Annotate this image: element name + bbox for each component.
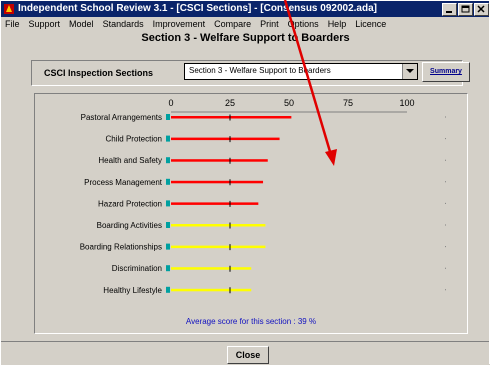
category-label: Health and Safety	[98, 156, 162, 165]
minimize-icon	[446, 11, 452, 13]
score-bar	[171, 288, 252, 292]
minimize-button[interactable]	[442, 3, 457, 16]
section-select-value: Section 3 - Welfare Support to Boarders	[189, 66, 331, 75]
x-tick-label: 50	[284, 98, 294, 108]
category-marker	[166, 265, 170, 272]
window-title: Independent School Review 3.1 - [CSCI Se…	[18, 3, 377, 14]
score-bar	[171, 159, 268, 162]
score-bar	[171, 245, 266, 249]
category-marker	[166, 200, 170, 207]
close-button[interactable]: Close	[227, 346, 269, 364]
summary-button[interactable]: Summary	[422, 62, 470, 82]
menu-standards[interactable]: Standards	[99, 19, 149, 29]
application-window: Independent School Review 3.1 - [CSCI Se…	[0, 0, 490, 365]
category-marker	[166, 157, 170, 164]
category-marker	[166, 114, 170, 120]
menu-options[interactable]: Options	[284, 19, 324, 29]
category-label: Pastoral Arrangements	[81, 113, 162, 122]
menu-support[interactable]: Support	[25, 19, 66, 29]
section-select[interactable]: Section 3 - Welfare Support to Boarders	[184, 63, 418, 80]
x-tick-label: 75	[343, 98, 353, 108]
inspection-panel: CSCI Inspection Sections Section 3 - Wel…	[31, 60, 470, 86]
score-bar	[171, 137, 280, 141]
category-marker	[166, 243, 170, 250]
x-tick-label: 0	[168, 98, 173, 108]
menu-compare[interactable]: Compare	[210, 19, 256, 29]
category-marker	[166, 178, 170, 185]
average-score-text: Average score for this section : 39 %	[186, 317, 316, 326]
category-marker	[166, 222, 170, 228]
category-marker	[166, 286, 170, 293]
menu-help[interactable]: Help	[324, 19, 352, 29]
category-label: Healthy Lifestyle	[103, 286, 162, 295]
category-label: Boarding Relationships	[80, 243, 162, 252]
menu-licence[interactable]: Licence	[351, 19, 391, 29]
close-icon	[477, 5, 485, 13]
chevron-down-icon	[406, 69, 414, 73]
category-marker	[166, 135, 170, 142]
category-label: Hazard Protection	[98, 199, 162, 208]
category-label: Boarding Activities	[97, 221, 162, 230]
menu-print[interactable]: Print	[256, 19, 284, 29]
score-bar	[171, 116, 292, 119]
score-bar	[171, 180, 264, 184]
score-bar	[171, 202, 259, 205]
category-label: Process Management	[84, 178, 163, 187]
footer-bar: Close	[1, 341, 490, 366]
window-controls	[442, 3, 489, 16]
menu-improvement[interactable]: Improvement	[149, 19, 211, 29]
menu-model[interactable]: Model	[65, 19, 99, 29]
category-label: Discrimination	[112, 264, 162, 273]
menu-bar: File Support Model Standards Improvement Comp…	[1, 17, 490, 31]
maximize-icon	[461, 5, 470, 13]
x-tick-label: 100	[399, 98, 414, 108]
score-chart: 0 25 50 75 100 Pastoral Arrangements Child Pro…	[80, 98, 446, 326]
maximize-button[interactable]	[458, 3, 473, 16]
inspection-sections-label: CSCI Inspection Sections	[44, 68, 154, 78]
dropdown-arrow-button[interactable]	[402, 64, 417, 79]
app-icon	[4, 4, 14, 14]
score-chart-panel: 0 25 50 75 100 Pastoral Arrangements Child Pro…	[34, 93, 468, 334]
x-tick-label: 25	[225, 98, 235, 108]
title-bar: Independent School Review 3.1 - [CSCI Se…	[1, 1, 490, 17]
section-title: Section 3 - Welfare Support to Boarders	[141, 32, 350, 44]
close-window-button[interactable]	[474, 3, 489, 16]
score-bar	[171, 267, 252, 270]
score-bar	[171, 224, 266, 227]
menu-file[interactable]: File	[1, 19, 25, 29]
category-label: Child Protection	[106, 135, 162, 144]
